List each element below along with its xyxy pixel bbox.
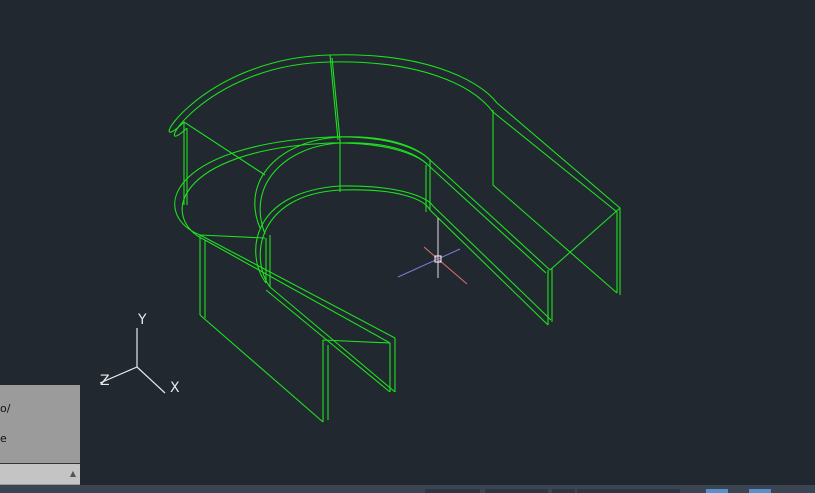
wireframe-model <box>168 54 621 423</box>
command-history-line: e <box>0 432 7 445</box>
status-toggle[interactable] <box>749 489 771 493</box>
ucs-x-label: X <box>170 380 180 396</box>
ucs-icon <box>99 328 166 394</box>
status-button[interactable] <box>485 489 548 493</box>
status-toggle[interactable] <box>706 489 728 493</box>
status-button[interactable] <box>577 489 680 493</box>
crosshair-cursor <box>397 218 468 285</box>
ucs-z-label: Z <box>100 373 110 389</box>
status-bar <box>0 485 815 493</box>
status-button[interactable] <box>552 489 575 493</box>
command-input[interactable]: ▲ <box>0 463 80 484</box>
command-history-line: o/ <box>0 402 11 415</box>
caret-up-icon[interactable]: ▲ <box>70 469 76 478</box>
ucs-y-label: Y <box>137 312 147 328</box>
model-viewport[interactable]: Y X Z <box>0 0 815 485</box>
status-button[interactable] <box>425 489 480 493</box>
